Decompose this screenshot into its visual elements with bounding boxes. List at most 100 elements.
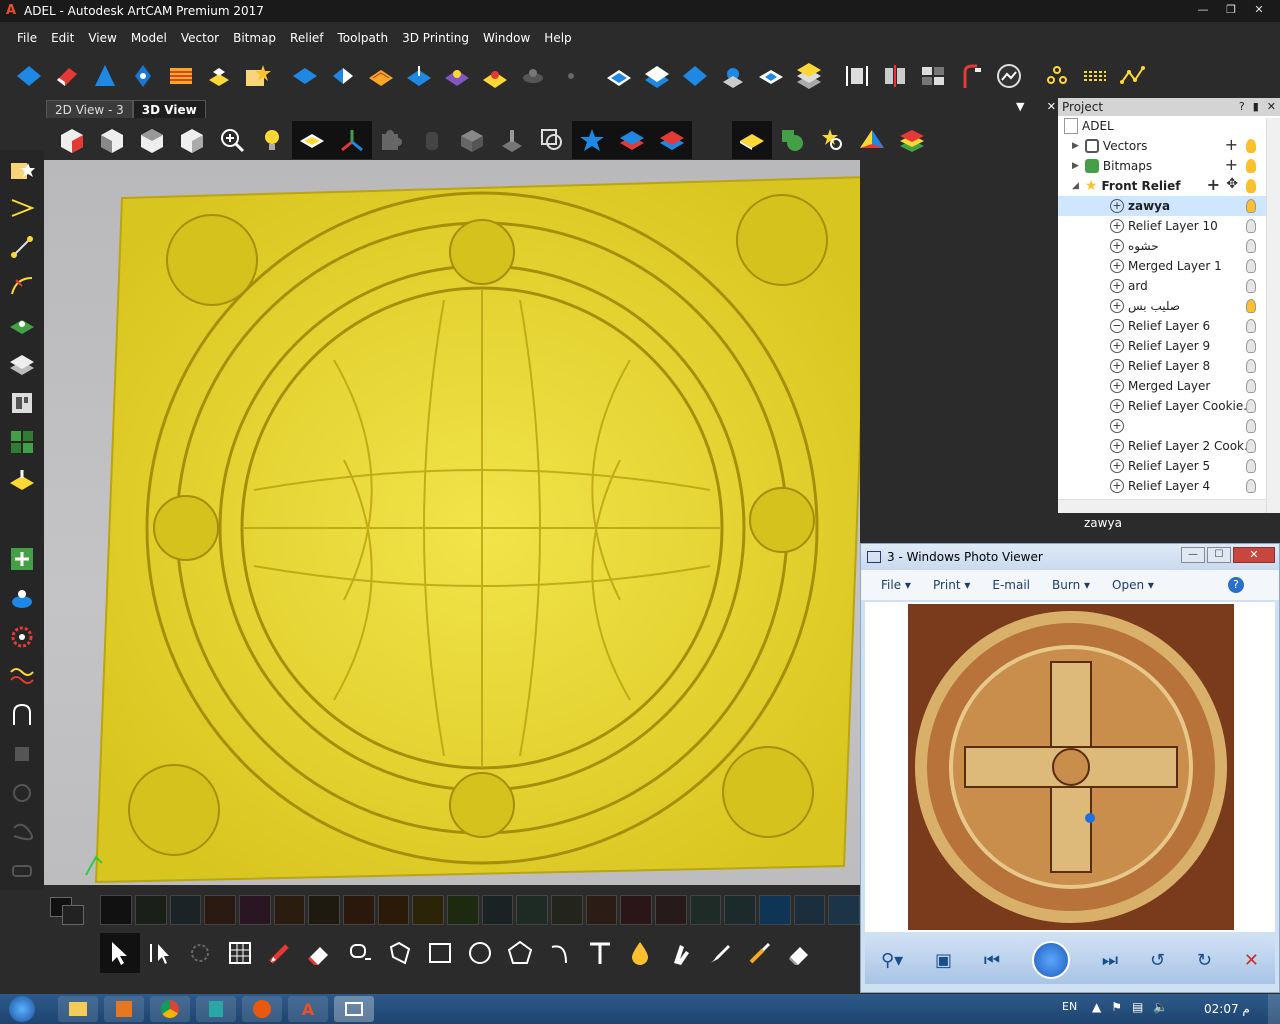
collapse-arrow-icon[interactable]: ◢ — [1072, 181, 1079, 191]
color-swatch[interactable] — [758, 895, 791, 925]
smooth-relief-icon[interactable] — [438, 58, 476, 94]
pv-maximize-button[interactable]: ☐ — [1207, 547, 1231, 563]
project-vertical-scrollbar[interactable] — [1266, 118, 1280, 513]
layer-visibility-bulb-icon[interactable] — [1246, 259, 1256, 273]
color-swatch[interactable] — [828, 895, 860, 925]
taskbar-artcam-icon[interactable]: A — [288, 996, 328, 1022]
move-layer-icon[interactable]: ✥ — [1226, 176, 1238, 192]
relief-layer-row[interactable]: + Merged Layer 1 — [1058, 256, 1280, 276]
minimize-button[interactable]: — — [1190, 2, 1216, 19]
add-green-icon[interactable] — [2, 540, 42, 579]
menu-vector[interactable]: Vector — [174, 28, 226, 48]
hint-dot-icon[interactable] — [552, 58, 590, 94]
node-select-icon[interactable] — [140, 933, 180, 973]
system-clock[interactable]: 02:07 م — [1204, 1002, 1250, 1016]
offset-relief-icon[interactable] — [514, 58, 552, 94]
bitmaps-bulb-icon[interactable] — [1246, 159, 1256, 173]
relief-layer-row[interactable]: + Relief Layer 4 — [1058, 476, 1280, 496]
select-arrow-icon[interactable] — [100, 933, 140, 973]
layers-red-blue-icon[interactable] — [652, 121, 692, 159]
square-dim-icon[interactable] — [2, 734, 42, 773]
tree-group-bitmaps[interactable]: ▶ Bitmaps + — [1058, 155, 1280, 176]
split-relief-icon[interactable] — [876, 58, 914, 94]
taskbar-media-icon[interactable] — [104, 996, 144, 1022]
green-relief-tool-icon[interactable] — [2, 306, 42, 345]
fill-drop-icon[interactable] — [620, 933, 660, 973]
color-swatch[interactable] — [412, 895, 444, 925]
pv-help-icon[interactable]: ? — [1227, 577, 1244, 593]
axes-icon[interactable] — [332, 121, 372, 159]
polyline-vector-icon[interactable] — [1114, 58, 1152, 94]
polyline-icon[interactable] — [380, 933, 420, 973]
subtract-mode-icon[interactable]: − — [1110, 319, 1124, 333]
node-vector-icon[interactable] — [1038, 58, 1076, 94]
add-mode-icon[interactable]: + — [1110, 199, 1124, 213]
star-relief-icon[interactable] — [572, 121, 612, 159]
color-swatch[interactable] — [585, 895, 618, 925]
color-swatch[interactable] — [793, 895, 826, 925]
taskbar-browser-icon[interactable] — [242, 996, 282, 1022]
help-icon[interactable]: ? — [1239, 98, 1245, 116]
pv-zoom-icon[interactable]: ⚲▾ — [881, 950, 903, 971]
arc-icon[interactable] — [540, 933, 580, 973]
layer-visibility-bulb-icon[interactable] — [1246, 339, 1256, 353]
layer-visibility-bulb-icon[interactable] — [1246, 299, 1256, 313]
relief-layer-row[interactable]: + Merged Layer — [1058, 376, 1280, 396]
colored-stack-icon[interactable] — [892, 121, 932, 159]
pv-slideshow-button[interactable] — [1032, 941, 1070, 979]
simulation-icon[interactable] — [532, 121, 572, 159]
color-swatch[interactable] — [135, 895, 167, 925]
close-button[interactable]: ✕ — [1246, 2, 1272, 19]
add-mode-icon[interactable]: + — [1110, 299, 1124, 313]
cylinder-icon[interactable] — [412, 121, 452, 159]
panel-tool-icon[interactable] — [2, 384, 42, 423]
view-side-icon[interactable] — [132, 121, 172, 159]
taskbar-app-icon[interactable] — [196, 996, 236, 1022]
stack-tool-icon[interactable] — [2, 345, 42, 384]
layers-blue-red-icon[interactable] — [612, 121, 652, 159]
multi-shape-icon[interactable] — [124, 58, 162, 94]
add-mode-icon[interactable]: + — [1110, 479, 1124, 493]
relief-diamond-icon[interactable] — [676, 58, 714, 94]
panel-close-icon[interactable]: ✕ — [1267, 98, 1276, 116]
relief-layer-row[interactable]: − Relief Layer 6 — [1058, 316, 1280, 336]
add-mode-icon[interactable]: + — [1110, 219, 1124, 233]
relief-layer-row[interactable]: + ard — [1058, 276, 1280, 296]
light-bulb-icon[interactable] — [252, 121, 292, 159]
relief-layer-row[interactable]: + Relief Layer 9 — [1058, 336, 1280, 356]
view-top-icon[interactable] — [172, 121, 212, 159]
color-swatch[interactable] — [620, 895, 652, 925]
layer-visibility-bulb-icon[interactable] — [1246, 219, 1256, 233]
expand-arrow-icon[interactable]: ▶ — [1072, 161, 1079, 171]
color-swatch[interactable] — [654, 895, 687, 925]
eraser-white-icon[interactable] — [780, 933, 820, 973]
color-swatch[interactable] — [273, 895, 306, 925]
relief-layer-row[interactable]: + — [1058, 416, 1280, 436]
polygon-icon[interactable] — [500, 933, 540, 973]
transform-icon[interactable] — [180, 933, 220, 973]
relief-layer-row[interactable]: + حشوه — [1058, 236, 1280, 256]
grid-icon[interactable] — [220, 933, 260, 973]
relief-layer-row[interactable]: + Relief Layer 8 — [1058, 356, 1280, 376]
yellow-extrude-tool-icon[interactable] — [2, 462, 42, 501]
curve-tool-icon[interactable] — [2, 267, 42, 306]
arc-tool-icon[interactable] — [2, 695, 42, 734]
layer-visibility-bulb-icon[interactable] — [1246, 359, 1256, 373]
taskbar-chrome-icon[interactable] — [150, 996, 190, 1022]
star-search-icon[interactable] — [812, 121, 852, 159]
pv-actual-size-icon[interactable]: ▣ — [935, 950, 952, 971]
layer-visibility-bulb-icon[interactable] — [1246, 439, 1256, 453]
loop-dim-icon[interactable] — [2, 812, 42, 851]
rectangle-icon[interactable] — [420, 933, 460, 973]
color-swatch[interactable] — [239, 895, 271, 925]
pv-next-icon[interactable]: ⏭ — [1102, 950, 1118, 971]
wrap-relief-icon[interactable] — [952, 58, 990, 94]
layer-visibility-bulb-icon[interactable] — [1246, 379, 1256, 393]
layer-visibility-bulb-icon[interactable] — [1246, 479, 1256, 493]
slice-relief-icon[interactable] — [600, 58, 638, 94]
tray-volume-icon[interactable]: 🔈 — [1153, 1000, 1168, 1014]
menu-relief[interactable]: Relief — [283, 28, 330, 48]
text-tool-icon[interactable] — [580, 933, 620, 973]
pv-previous-icon[interactable]: ⏮ — [984, 950, 1000, 971]
pv-menu-open[interactable]: Open ▾ — [1112, 578, 1154, 592]
